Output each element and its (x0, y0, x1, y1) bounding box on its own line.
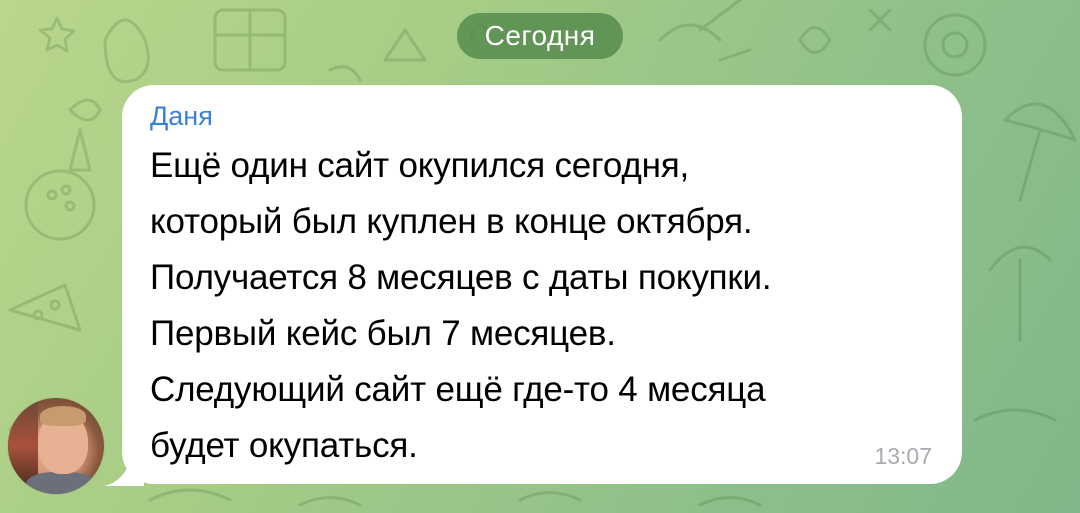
message-timestamp: 13:07 (874, 443, 932, 469)
user-avatar-icon[interactable] (8, 398, 104, 494)
sender-name[interactable]: Даня (150, 101, 213, 132)
message-bubble[interactable]: Даня Ещё один сайт окупился сегодня, кот… (122, 85, 962, 484)
message-row: Даня Ещё один сайт окупился сегодня, кот… (0, 0, 1080, 513)
message-text: Ещё один сайт окупился сегодня, который … (150, 146, 772, 465)
